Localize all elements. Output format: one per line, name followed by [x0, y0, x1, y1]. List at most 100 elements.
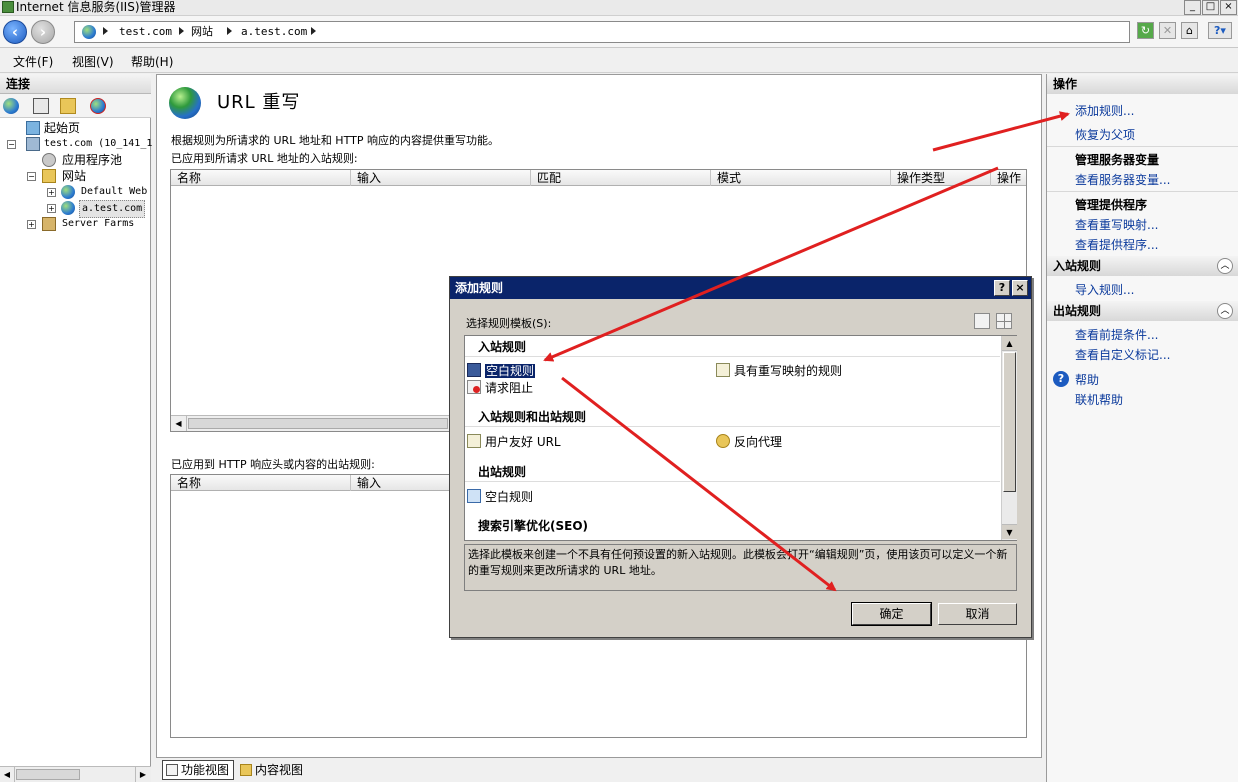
tree-sites[interactable]: 网站 — [62, 168, 86, 184]
revert-to-parent-link[interactable]: 恢复为父项 — [1075, 126, 1135, 143]
col-match[interactable]: 匹配 — [531, 170, 711, 186]
template-outbound-blank-rule[interactable]: 空白规则 — [467, 488, 533, 505]
template-friendly-url[interactable]: 用户友好 URL — [467, 433, 561, 450]
help-icon[interactable]: ?▾ — [1208, 22, 1232, 39]
online-help-link[interactable]: 联机帮助 — [1075, 391, 1123, 408]
list-view-icon[interactable] — [974, 313, 990, 329]
template-rule-with-map[interactable]: 具有重写映射的规则 — [716, 362, 842, 379]
breadcrumb-server[interactable]: test.com — [119, 25, 172, 39]
expand-default-web-icon[interactable]: + — [47, 188, 56, 197]
refresh-icon[interactable]: ↻ — [1137, 22, 1154, 39]
dialog-help-button[interactable]: ? — [994, 280, 1010, 296]
breadcrumb[interactable]: test.com 网站 a.test.com — [74, 21, 1130, 43]
help-link[interactable]: 帮助 — [1075, 371, 1099, 388]
home-icon[interactable]: ⌂ — [1181, 22, 1198, 39]
tree-default-web[interactable]: Default Web — [81, 184, 147, 200]
section-in-out: 入站规则和出站规则 — [478, 410, 587, 424]
friendly-url-icon — [467, 434, 481, 448]
view-preconditions-link[interactable]: 查看前提条件... — [1075, 326, 1158, 343]
tab-content-view[interactable]: 内容视图 — [236, 760, 308, 780]
close-window-button[interactable]: × — [1220, 0, 1237, 15]
view-providers-link[interactable]: 查看提供程序... — [1075, 236, 1158, 253]
up-folder-icon[interactable] — [60, 98, 76, 114]
menu-help[interactable]: 帮助(H) — [131, 53, 173, 70]
col-input[interactable]: 输入 — [351, 170, 531, 186]
view-rewrite-maps-link[interactable]: 查看重写映射... — [1075, 216, 1158, 233]
view-server-vars-link[interactable]: 查看服务器变量... — [1075, 171, 1170, 188]
connect-globe-icon[interactable] — [3, 98, 19, 114]
rule-template-list[interactable]: 入站规则 空白规则 具有重写映射的规则 请求阻止 入站规则和出站规则 用户友好 … — [464, 335, 1017, 541]
col-name[interactable]: 名称 — [171, 170, 351, 186]
save-icon[interactable] — [33, 98, 49, 114]
connections-tree: 起始页 − test.com (10_141_1 应用程序池 − 网站 + De… — [0, 118, 152, 758]
view-custom-tags-link[interactable]: 查看自定义标记... — [1075, 346, 1170, 363]
col-action[interactable]: 操作 — [991, 170, 1026, 186]
collapse-server-icon[interactable]: − — [7, 140, 16, 149]
menu-view[interactable]: 视图(V) — [72, 53, 114, 70]
expand-a-test-icon[interactable]: + — [47, 204, 56, 213]
template-reverse-proxy[interactable]: 反向代理 — [716, 433, 782, 450]
tree-server[interactable]: test.com (10_141_1 — [44, 136, 152, 152]
breadcrumb-sites[interactable]: 网站 — [191, 25, 213, 39]
col-action-type[interactable]: 操作类型 — [891, 170, 991, 186]
template-blank-rule[interactable]: 空白规则 — [467, 362, 536, 379]
add-rule-link[interactable]: 添加规则... — [1075, 102, 1134, 119]
dialog-close-button[interactable]: × — [1012, 280, 1028, 296]
features-view-label: 功能视图 — [181, 763, 230, 777]
ok-button[interactable]: 确定 — [851, 602, 932, 626]
chevron-right-icon — [103, 27, 108, 35]
connections-pane: 连接 起始页 − test.com (10_141_1 应用程序池 − 网站 +… — [0, 74, 152, 782]
collapse-inbound-icon[interactable]: ︿ — [1217, 258, 1233, 274]
back-button[interactable]: ‹ — [3, 20, 27, 44]
section-outbound: 出站规则 — [478, 465, 527, 479]
disconnect-icon[interactable] — [90, 98, 106, 114]
server-icon — [26, 137, 40, 151]
title-bar: Internet 信息服务(IIS)管理器 _ □ × — [0, 0, 1238, 16]
expand-server-farms-icon[interactable]: + — [27, 220, 36, 229]
inbound-rules-label: 已应用到所请求 URL 地址的入站规则: — [171, 152, 358, 165]
scroll-left-icon[interactable]: ◀ — [171, 416, 187, 431]
template-request-block[interactable]: 请求阻止 — [467, 379, 533, 396]
stop-icon[interactable]: ✕ — [1159, 22, 1176, 39]
friendly-url-label: 用户友好 URL — [485, 435, 561, 449]
window-title: Internet 信息服务(IIS)管理器 — [16, 0, 176, 14]
divider — [1047, 191, 1238, 192]
maximize-button[interactable]: □ — [1202, 0, 1219, 15]
divider — [1047, 146, 1238, 147]
reverse-proxy-label: 反向代理 — [734, 435, 783, 449]
col-name[interactable]: 名称 — [171, 475, 351, 491]
scroll-right-icon[interactable]: ▶ — [135, 767, 150, 782]
import-rules-link[interactable]: 导入规则... — [1075, 281, 1134, 298]
breadcrumb-site[interactable]: a.test.com — [241, 25, 307, 39]
col-pattern[interactable]: 模式 — [711, 170, 891, 186]
template-list-scrollbar[interactable]: ▲ ▼ — [1001, 336, 1017, 540]
tab-features-view[interactable]: 功能视图 — [162, 760, 235, 780]
tree-server-farms[interactable]: Server Farms — [62, 216, 134, 232]
features-view-icon — [166, 764, 178, 776]
server-farms-icon — [42, 217, 56, 231]
chevron-right-icon — [179, 27, 184, 35]
tree-start-page[interactable]: 起始页 — [44, 120, 80, 136]
cancel-button[interactable]: 取消 — [938, 603, 1017, 625]
inbound-rules-header[interactable]: 入站规则 — [1047, 256, 1238, 276]
divider — [465, 426, 1000, 427]
scroll-down-icon[interactable]: ▼ — [1002, 524, 1017, 539]
blank-rule-label: 空白规则 — [485, 364, 536, 378]
collapse-sites-icon[interactable]: − — [27, 172, 36, 181]
scroll-left-icon[interactable]: ◀ — [0, 767, 15, 782]
tile-view-icon[interactable] — [996, 313, 1012, 329]
rule-with-map-label: 具有重写映射的规则 — [734, 364, 843, 378]
scroll-thumb[interactable] — [188, 418, 448, 429]
minimize-button[interactable]: _ — [1184, 0, 1201, 15]
scroll-thumb[interactable] — [16, 769, 80, 780]
view-switcher: 功能视图 内容视图 — [152, 758, 1046, 782]
forward-button[interactable]: › — [31, 20, 55, 44]
left-horizontal-scrollbar[interactable]: ◀ ▶ — [0, 766, 151, 782]
scroll-up-icon[interactable]: ▲ — [1002, 336, 1017, 351]
scroll-thumb[interactable] — [1003, 352, 1016, 492]
collapse-outbound-icon[interactable]: ︿ — [1217, 303, 1233, 319]
menu-file[interactable]: 文件(F) — [13, 53, 53, 70]
tree-app-pools[interactable]: 应用程序池 — [62, 152, 122, 168]
url-rewrite-globe-icon — [169, 87, 201, 119]
outbound-rules-header[interactable]: 出站规则 — [1047, 301, 1238, 321]
